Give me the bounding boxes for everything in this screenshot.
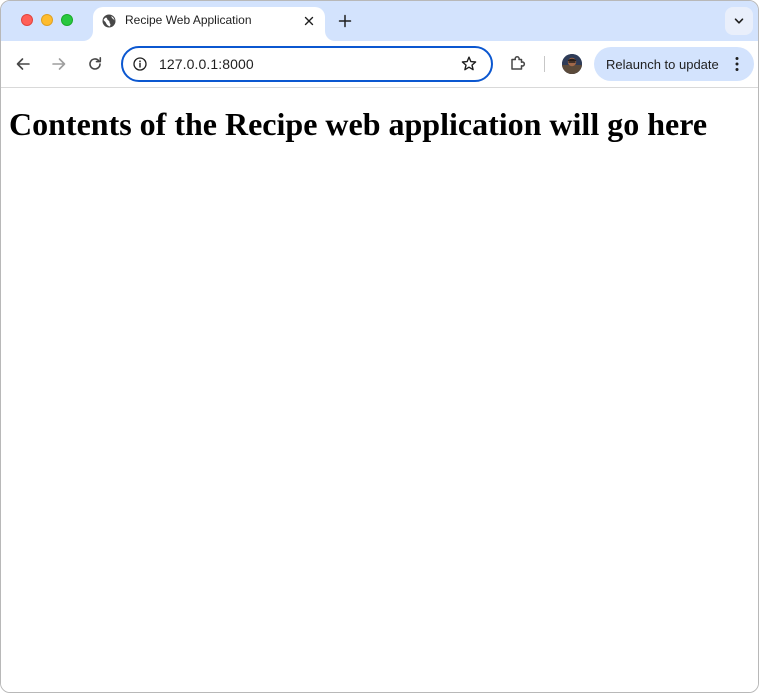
- star-icon[interactable]: [460, 55, 478, 73]
- info-icon[interactable]: [132, 56, 148, 72]
- reload-icon[interactable]: [85, 54, 105, 74]
- globe-icon: [102, 14, 116, 28]
- page-heading: Contents of the Recipe web application w…: [9, 106, 708, 142]
- avatar[interactable]: [562, 54, 582, 74]
- tab-strip: Recipe Web Application: [1, 1, 758, 41]
- window-maximize-button[interactable]: [61, 14, 73, 26]
- puzzle-icon[interactable]: [508, 53, 528, 73]
- new-tab-plus-icon[interactable]: [335, 11, 355, 31]
- chevron-down-icon: [734, 18, 744, 24]
- more-vertical-icon[interactable]: [731, 55, 743, 73]
- tab-search-button[interactable]: [725, 7, 753, 35]
- page-content: Contents of the Recipe web application w…: [1, 88, 758, 692]
- window-minimize-button[interactable]: [41, 14, 53, 26]
- window-close-button[interactable]: [21, 14, 33, 26]
- relaunch-label: Relaunch to update: [606, 57, 719, 72]
- tab-recipe-web-application[interactable]: Recipe Web Application: [93, 7, 325, 41]
- browser-toolbar: 127.0.0.1:8000 Relaunch to update: [1, 41, 758, 88]
- tab-title: Recipe Web Application: [125, 13, 252, 27]
- arrow-right-icon[interactable]: [49, 54, 69, 74]
- arrow-left-icon[interactable]: [13, 54, 33, 74]
- url-text[interactable]: 127.0.0.1:8000: [159, 56, 254, 72]
- browser-window: Recipe Web Application 127.0.0.1:8000 Re…: [0, 0, 759, 693]
- toolbar-divider: [544, 56, 545, 72]
- address-bar[interactable]: 127.0.0.1:8000: [121, 46, 493, 82]
- relaunch-to-update-button[interactable]: Relaunch to update: [594, 47, 754, 81]
- close-icon[interactable]: [302, 14, 316, 28]
